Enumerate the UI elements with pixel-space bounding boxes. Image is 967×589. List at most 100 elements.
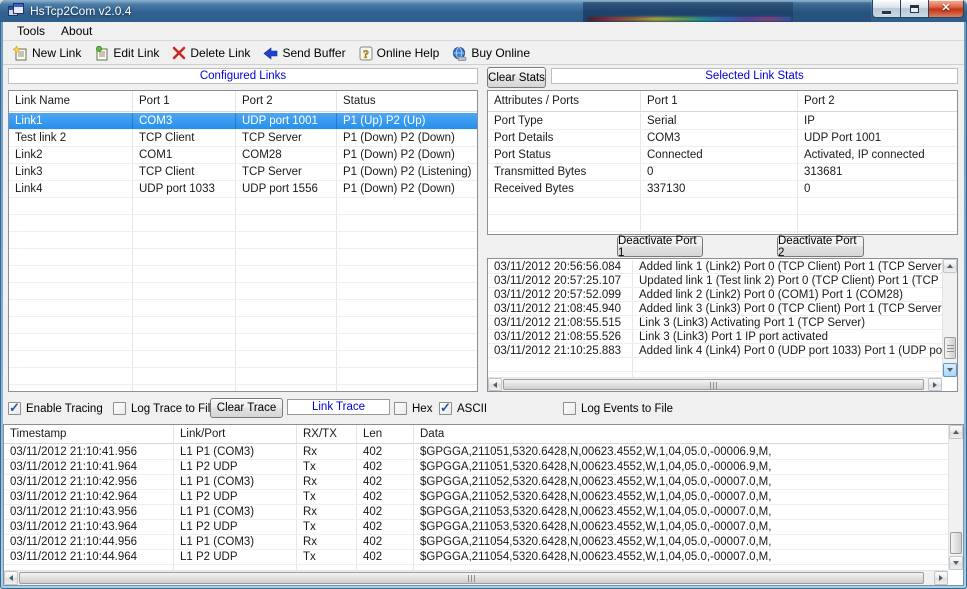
- scroll-right-button[interactable]: [928, 378, 942, 391]
- cell-data: $GPGGA,211052,5320.6428,N,00623.4552,W,1…: [414, 475, 948, 489]
- cell-port2: [236, 232, 337, 248]
- maximize-button[interactable]: [900, 0, 929, 18]
- scroll-thumb[interactable]: [950, 532, 962, 554]
- log-trace-checkbox[interactable]: [113, 402, 126, 415]
- cell-data: $GPGGA,211052,5320.6428,N,00623.4552,W,1…: [414, 490, 948, 504]
- cell-port2: [236, 385, 337, 391]
- hex-checkbox[interactable]: [394, 402, 407, 415]
- menu-about[interactable]: About: [53, 22, 100, 40]
- table-row[interactable]: Port TypeSerialIP: [488, 113, 957, 130]
- table-row[interactable]: Link4UDP port 1033UDP port 1556P1 (Down)…: [9, 181, 477, 198]
- edit-link-icon: [94, 46, 109, 61]
- events-hscrollbar[interactable]: [488, 377, 942, 391]
- table-row[interactable]: Link2COM1COM28P1 (Down) P2 (Down): [9, 147, 477, 164]
- delete-link-button[interactable]: Delete Link: [167, 45, 258, 61]
- cell-name: [9, 351, 133, 367]
- empty-row: [9, 351, 477, 368]
- table-row[interactable]: 03/11/2012 21:10:44.956L1 P1 (COM3)Rx402…: [4, 535, 948, 550]
- table-row[interactable]: 03/11/2012 21:08:45.940Added link 3 (Lin…: [488, 302, 942, 316]
- scroll-left-button[interactable]: [4, 571, 18, 585]
- cell-time: 03/11/2012 21:10:42.956: [4, 475, 174, 489]
- trace-vscrollbar[interactable]: [948, 425, 963, 570]
- table-row[interactable]: 03/11/2012 21:10:44.964L1 P2 UDPTx402$GP…: [4, 550, 948, 565]
- table-row[interactable]: 03/11/2012 21:08:55.526Link 3 (Link3) Po…: [488, 330, 942, 344]
- column-header: Port 2: [798, 91, 957, 111]
- table-row[interactable]: Port DetailsCOM3UDP Port 1001: [488, 130, 957, 147]
- table-row[interactable]: 03/11/2012 21:10:41.964L1 P2 UDPTx402$GP…: [4, 460, 948, 475]
- table-row[interactable]: Transmitted Bytes0313681: [488, 164, 957, 181]
- new-link-button[interactable]: New Link: [8, 45, 89, 62]
- menu-tools[interactable]: Tools: [9, 22, 53, 40]
- scroll-right-button[interactable]: [934, 571, 948, 585]
- table-row[interactable]: Received Bytes3371300: [488, 181, 957, 198]
- cell-dir: Tx: [297, 460, 357, 474]
- arrow-down-icon: [947, 368, 953, 372]
- clear-stats-button[interactable]: Clear Stats: [487, 67, 546, 88]
- enable-tracing-checkbox[interactable]: [8, 402, 21, 415]
- scroll-thumb[interactable]: [19, 572, 924, 584]
- empty-row: [488, 215, 957, 232]
- scroll-left-button[interactable]: [488, 378, 502, 391]
- cell-link: L1 P1 (COM3): [174, 535, 297, 549]
- scroll-down-button[interactable]: [943, 363, 957, 377]
- cell-time: 03/11/2012 21:10:44.964: [4, 550, 174, 564]
- configured-links-header: Link Name Port 1 Port 2 Status: [9, 91, 477, 112]
- buy-online-icon: [452, 46, 467, 61]
- cell-port2: [236, 351, 337, 367]
- scroll-up-button[interactable]: [949, 425, 963, 439]
- cell-msg: Added link 2 (Link2) Port 0 (COM1) Port …: [633, 288, 942, 301]
- cell-name: [9, 317, 133, 333]
- deactivate-port2-button[interactable]: Deactivate Port 2: [777, 236, 864, 257]
- empty-row: [9, 300, 477, 317]
- cell-attr: Transmitted Bytes: [488, 164, 641, 180]
- log-events-checkbox[interactable]: [563, 402, 576, 415]
- table-row[interactable]: 03/11/2012 21:10:43.964L1 P2 UDPTx402$GP…: [4, 520, 948, 535]
- arrow-left-icon: [9, 575, 13, 581]
- table-row[interactable]: 03/11/2012 20:57:52.099Added link 2 (Lin…: [488, 288, 942, 302]
- cell-status: [337, 317, 477, 333]
- events-vscrollbar[interactable]: [942, 259, 957, 377]
- table-row[interactable]: Link3TCP ClientTCP ServerP1 (Down) P2 (L…: [9, 164, 477, 181]
- send-buffer-button[interactable]: Send Buffer: [258, 45, 353, 61]
- column-header: Port 1: [641, 91, 798, 111]
- cell-time: 03/11/2012 21:10:41.956: [4, 445, 174, 459]
- table-row[interactable]: 03/11/2012 20:56:56.084Added link 1 (Lin…: [488, 260, 942, 274]
- app-window-icon: [8, 3, 24, 18]
- scroll-down-button[interactable]: [949, 556, 963, 570]
- cell-p2: IP: [798, 113, 957, 129]
- cell-port1: [133, 249, 236, 265]
- table-row[interactable]: 03/11/2012 20:57:25.107Updated link 1 (T…: [488, 274, 942, 288]
- table-row[interactable]: Link1COM3UDP port 1001P1 (Up) P2 (Up): [9, 113, 477, 130]
- table-row[interactable]: Port StatusConnectedActivated, IP connec…: [488, 147, 957, 164]
- empty-row: [9, 368, 477, 385]
- table-row[interactable]: 03/11/2012 21:10:42.956L1 P1 (COM3)Rx402…: [4, 475, 948, 490]
- cell-attr: [488, 198, 641, 214]
- cell-status: [337, 232, 477, 248]
- buy-online-button[interactable]: Buy Online: [447, 45, 538, 62]
- cell-name: [9, 232, 133, 248]
- table-row[interactable]: Test link 2TCP ClientTCP ServerP1 (Down)…: [9, 130, 477, 147]
- cell-time: 03/11/2012 21:10:42.964: [4, 490, 174, 504]
- close-button[interactable]: ✕: [928, 0, 964, 18]
- clear-trace-button[interactable]: Clear Trace: [210, 398, 283, 418]
- enable-tracing-label: Enable Tracing: [26, 403, 103, 415]
- table-row[interactable]: 03/11/2012 21:08:55.515Link 3 (Link3) Ac…: [488, 316, 942, 330]
- column-header: Port 1: [133, 91, 236, 111]
- scroll-thumb[interactable]: [944, 337, 956, 359]
- table-row[interactable]: 03/11/2012 21:10:41.956L1 P1 (COM3)Rx402…: [4, 445, 948, 460]
- scroll-thumb[interactable]: [503, 379, 924, 390]
- edit-link-label: Edit Link: [113, 46, 159, 60]
- minimize-button[interactable]: [872, 0, 901, 18]
- titlebar[interactable]: HsTcp2Com v2.0.4 ✕: [0, 0, 967, 22]
- online-help-button[interactable]: ? Online Help: [354, 45, 448, 62]
- edit-link-button[interactable]: Edit Link: [89, 45, 167, 62]
- ascii-checkbox[interactable]: [439, 402, 452, 415]
- table-row[interactable]: 03/11/2012 21:10:25.883Added link 4 (Lin…: [488, 344, 942, 358]
- empty-row: [488, 358, 942, 372]
- trace-hscrollbar[interactable]: [4, 570, 948, 585]
- table-row[interactable]: 03/11/2012 21:10:43.956L1 P1 (COM3)Rx402…: [4, 505, 948, 520]
- scroll-up-button[interactable]: [943, 259, 957, 273]
- cell-name: [9, 334, 133, 350]
- table-row[interactable]: 03/11/2012 21:10:42.964L1 P2 UDPTx402$GP…: [4, 490, 948, 505]
- deactivate-port1-button[interactable]: Deactivate Port 1: [617, 236, 703, 257]
